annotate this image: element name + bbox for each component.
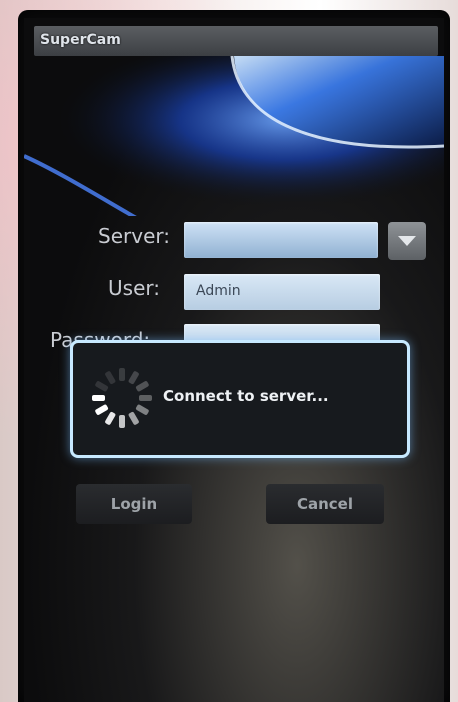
- progress-dialog: Connect to server...: [70, 340, 410, 458]
- login-button[interactable]: Login: [76, 484, 192, 524]
- server-dropdown-button[interactable]: [388, 222, 426, 260]
- planet-banner-image: [24, 56, 444, 216]
- progress-message: Connect to server...: [163, 387, 329, 405]
- server-field[interactable]: [184, 222, 378, 258]
- user-label: User:: [108, 276, 160, 300]
- app-title-bar: SuperCam: [34, 26, 438, 56]
- app-title: SuperCam: [40, 32, 121, 48]
- server-label: Server:: [98, 224, 170, 248]
- cancel-button[interactable]: Cancel: [266, 484, 384, 524]
- user-field[interactable]: Admin: [184, 274, 380, 310]
- spinner-icon: [92, 368, 152, 428]
- phone-screen: SuperCam Server: User: Admin Connect to …: [24, 18, 444, 702]
- chevron-down-icon: [398, 236, 416, 246]
- user-value: Admin: [196, 283, 241, 299]
